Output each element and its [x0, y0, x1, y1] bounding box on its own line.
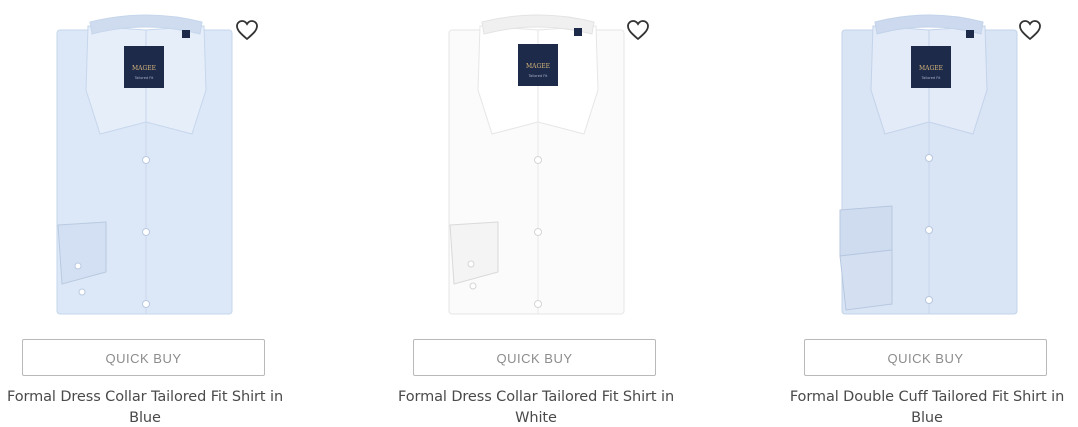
- product-title-line: Formal Dress Collar Tailored Fit Shirt i…: [6, 389, 284, 405]
- cuff-button: [78, 288, 86, 296]
- product-image[interactable]: MAGEE Tailored Fit: [0, 0, 300, 322]
- product-card: MAGEE Tailored Fit QUICK BUY Formal Dres…: [0, 0, 300, 427]
- product-title-line: Formal Double Cuff Tailored Fit Shirt in: [789, 389, 1065, 405]
- product-card: MAGEE Tailored Fit QUICK BUY Formal Dres…: [391, 0, 691, 427]
- wishlist-button[interactable]: [235, 19, 259, 41]
- size-label: [966, 30, 974, 38]
- product-card: MAGEE Tailored Fit QUICK BUY Formal Doub…: [782, 0, 1078, 427]
- size-label: [574, 28, 582, 36]
- shirt-cuff-lower: [839, 249, 893, 311]
- product-image[interactable]: MAGEE Tailored Fit: [391, 0, 691, 322]
- cuff-button: [74, 262, 82, 270]
- shirt-illustration: MAGEE Tailored Fit: [839, 14, 1018, 315]
- button: [925, 226, 933, 234]
- product-title-line: Formal Dress Collar Tailored Fit Shirt i…: [397, 389, 675, 405]
- button: [534, 156, 542, 164]
- button: [534, 300, 542, 308]
- product-grid: MAGEE Tailored Fit QUICK BUY Formal Dres…: [0, 0, 1078, 427]
- quick-buy-button[interactable]: QUICK BUY: [804, 339, 1047, 376]
- product-title-link[interactable]: Formal Dress Collar Tailored Fit Shirt i…: [391, 387, 681, 427]
- quick-buy-button[interactable]: QUICK BUY: [413, 339, 656, 376]
- wishlist-button[interactable]: [1018, 19, 1042, 41]
- brand-label-text: MAGEE: [132, 65, 156, 72]
- brand-label-text: MAGEE: [526, 63, 550, 70]
- product-title-link[interactable]: Formal Double Cuff Tailored Fit Shirt in…: [782, 387, 1072, 427]
- button: [925, 154, 933, 162]
- product-title-line: Blue: [129, 410, 161, 426]
- button: [142, 156, 150, 164]
- heart-outline-icon: [627, 20, 649, 41]
- button: [142, 300, 150, 308]
- brand-label-text: MAGEE: [919, 65, 943, 72]
- heart-outline-icon: [236, 20, 258, 41]
- button: [142, 228, 150, 236]
- shirt-cuff: [839, 205, 893, 257]
- button: [534, 228, 542, 236]
- size-label: [182, 30, 190, 38]
- product-title-line: White: [515, 410, 557, 426]
- heart-outline-icon: [1019, 20, 1041, 41]
- product-image[interactable]: MAGEE Tailored Fit: [782, 0, 1078, 322]
- cuff-button: [469, 282, 477, 290]
- button: [925, 296, 933, 304]
- fit-label-text: Tailored Fit: [921, 76, 941, 80]
- product-title-link[interactable]: Formal Dress Collar Tailored Fit Shirt i…: [0, 387, 290, 427]
- product-title-line: Blue: [911, 410, 943, 426]
- fit-label-text: Tailored Fit: [134, 76, 154, 80]
- wishlist-button[interactable]: [626, 19, 650, 41]
- shirt-illustration: MAGEE Tailored Fit: [56, 14, 233, 315]
- shirt-illustration: MAGEE Tailored Fit: [448, 14, 625, 315]
- quick-buy-button[interactable]: QUICK BUY: [22, 339, 265, 376]
- fit-label-text: Tailored Fit: [528, 74, 548, 78]
- cuff-button: [467, 260, 475, 268]
